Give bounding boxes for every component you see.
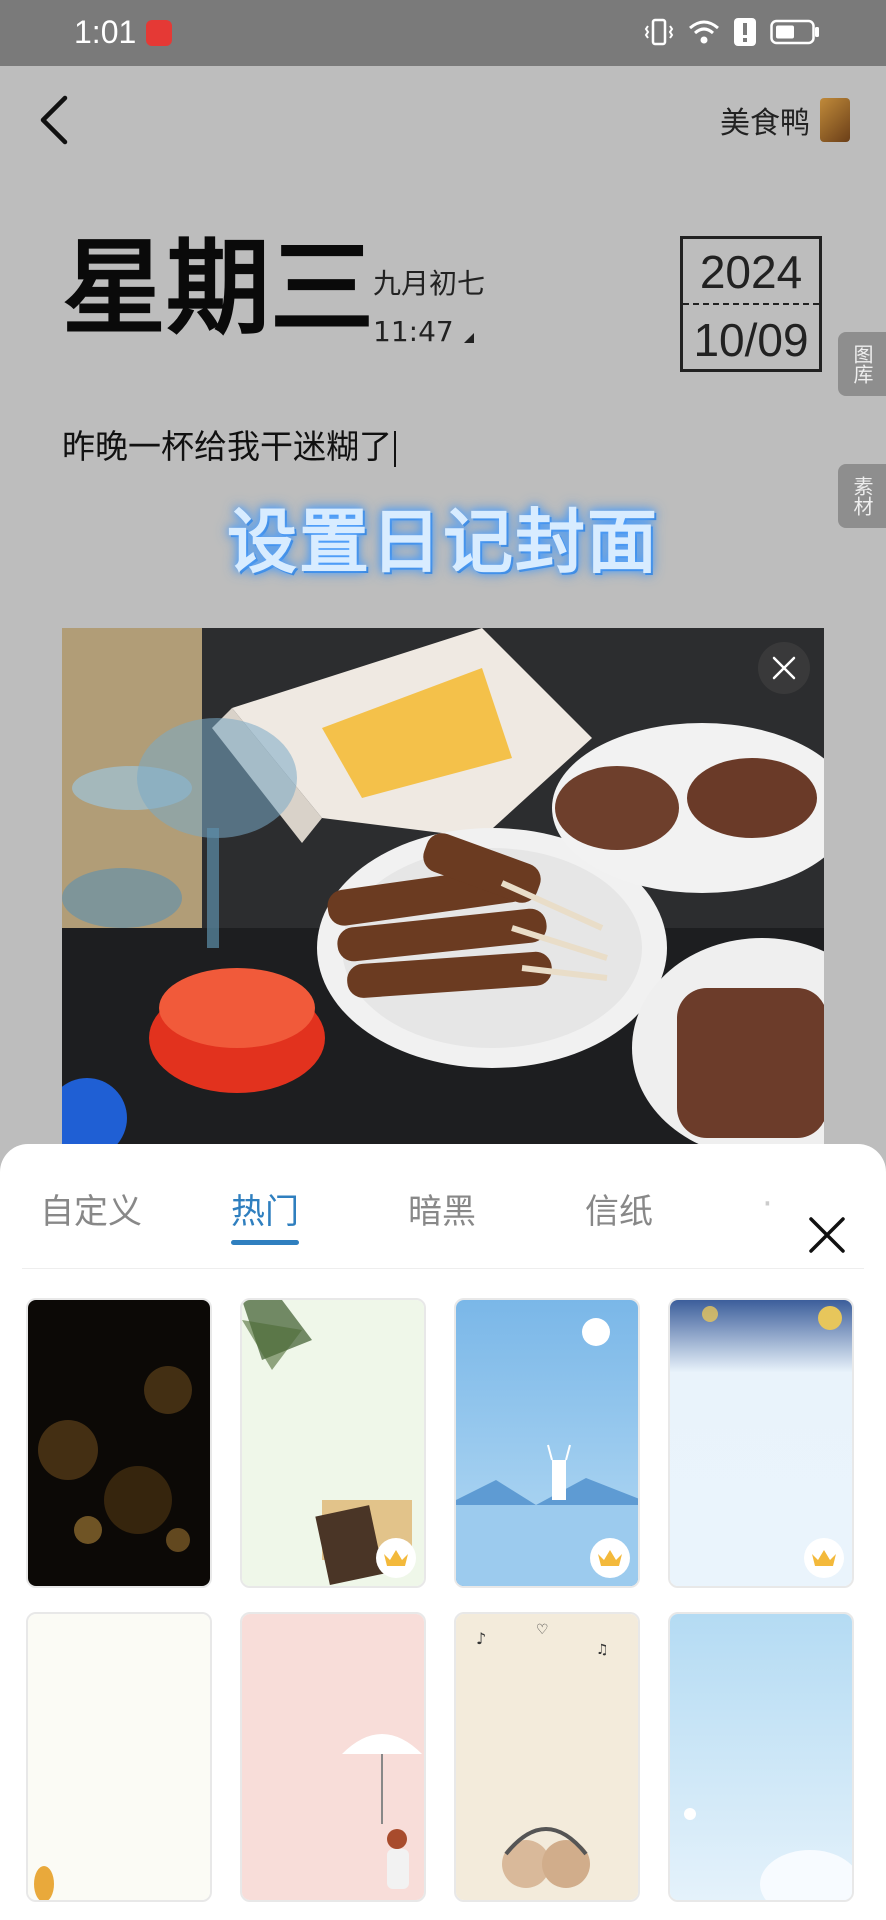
vibrate-icon bbox=[644, 18, 674, 46]
date-year: 2024 bbox=[699, 246, 803, 298]
tab-dark[interactable]: 暗黑 bbox=[408, 1184, 476, 1233]
crown-icon bbox=[812, 1550, 836, 1566]
battery-icon bbox=[770, 19, 819, 45]
diary-text: 昨晚一杯给我干迷糊了 bbox=[62, 427, 392, 466]
cover-card-starry-night[interactable] bbox=[668, 1298, 854, 1588]
dark-bokeh-thumbnail bbox=[28, 1300, 210, 1586]
tab-divider bbox=[22, 1268, 864, 1269]
weekday-label: 星期三 bbox=[62, 227, 375, 349]
crown-icon bbox=[598, 1550, 622, 1566]
entry-time-value: 11:47 bbox=[373, 315, 454, 348]
cover-category-tabs: 自定义 热门 暗黑 信纸 · bbox=[0, 1174, 886, 1254]
cover-card-deer[interactable] bbox=[454, 1298, 640, 1588]
cover-card-dark-bokeh[interactable] bbox=[26, 1298, 212, 1588]
food-photo-image bbox=[62, 628, 824, 1148]
crown-icon bbox=[384, 1550, 408, 1566]
date-month-day: 10/09 bbox=[693, 314, 809, 366]
diary-photo[interactable] bbox=[62, 628, 824, 1148]
date-divider bbox=[683, 303, 819, 305]
status-time: 1:01 bbox=[74, 14, 137, 50]
author-name: 美食鸭 bbox=[720, 106, 810, 141]
avatar bbox=[820, 98, 850, 142]
cover-card-snow-igloo[interactable] bbox=[668, 1612, 854, 1902]
text-cursor bbox=[394, 430, 396, 467]
status-icons bbox=[644, 18, 820, 46]
premium-badge bbox=[376, 1538, 416, 1578]
app-notification-icon bbox=[146, 20, 172, 46]
cover-card-cream[interactable] bbox=[26, 1612, 212, 1902]
back-button[interactable] bbox=[28, 88, 80, 152]
tab-overflow-hint[interactable]: · bbox=[762, 1184, 776, 1224]
tab-custom[interactable]: 自定义 bbox=[40, 1184, 142, 1233]
chevron-left-icon bbox=[40, 95, 68, 145]
close-icon bbox=[772, 656, 796, 680]
svg-text:♡: ♡ bbox=[536, 1622, 549, 1638]
author-chip[interactable]: 美食鸭 bbox=[720, 98, 850, 142]
status-bar: 1:01 bbox=[0, 0, 886, 66]
premium-badge bbox=[804, 1538, 844, 1578]
lunar-date: 九月初七 bbox=[373, 267, 486, 300]
cream-paper-thumbnail bbox=[28, 1614, 210, 1900]
music-bears-thumbnail: ♪ ♡ ♫ bbox=[456, 1614, 638, 1900]
umbrella-girl-thumbnail bbox=[242, 1614, 424, 1900]
cover-card-bamboo[interactable] bbox=[240, 1298, 426, 1588]
alert-icon bbox=[734, 18, 756, 46]
cover-title-overlay: 设置日记封面 bbox=[227, 501, 659, 583]
photo-close-button[interactable] bbox=[758, 642, 810, 694]
diary-text-editor[interactable]: 昨晚一杯给我干迷糊了 bbox=[62, 420, 396, 468]
wifi-icon bbox=[689, 20, 719, 44]
cover-card-umbrella-girl[interactable] bbox=[240, 1612, 426, 1902]
active-tab-indicator bbox=[231, 1240, 299, 1245]
dropdown-triangle-icon bbox=[463, 332, 474, 343]
premium-badge bbox=[590, 1538, 630, 1578]
close-icon bbox=[809, 1217, 845, 1253]
snow-igloo-thumbnail bbox=[670, 1614, 852, 1900]
side-tab-gallery-label: 图库 bbox=[850, 344, 874, 384]
svg-text:♫: ♫ bbox=[596, 1642, 609, 1658]
cover-card-music-bears[interactable]: ♪ ♡ ♫ bbox=[454, 1612, 640, 1902]
tab-hot[interactable]: 热门 bbox=[231, 1184, 299, 1233]
svg-text:♪: ♪ bbox=[476, 1629, 486, 1648]
entry-time[interactable]: 11:47 bbox=[373, 315, 474, 348]
cover-picker-sheet: 自定义 热门 暗黑 信纸 · ♪ ♡ ♫ bbox=[0, 1144, 886, 1920]
side-tab-gallery[interactable]: 图库 bbox=[838, 332, 886, 396]
sheet-close-button[interactable] bbox=[800, 1208, 854, 1262]
date-box[interactable]: 2024 10/09 bbox=[680, 236, 822, 372]
tab-letter-paper[interactable]: 信纸 bbox=[585, 1184, 653, 1233]
